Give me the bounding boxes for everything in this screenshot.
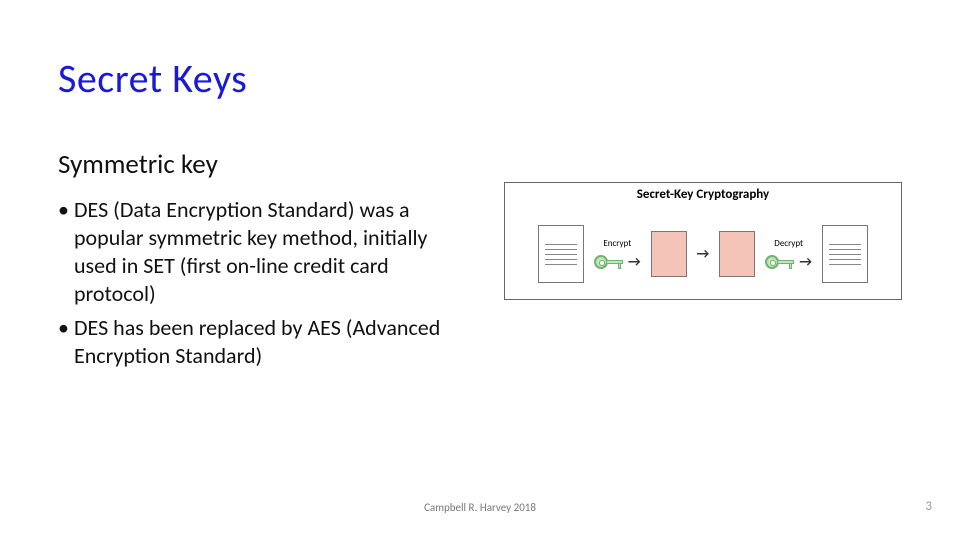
arrow-right-icon: → [799, 255, 812, 269]
encrypt-stage: Encrypt → [594, 238, 641, 271]
bullet-text: DES has been replaced by AES (Advanced E… [74, 314, 448, 370]
bullet-list: • DES (Data Encryption Standard) was a p… [58, 196, 448, 376]
bullet-item: • DES (Data Encryption Standard) was a p… [58, 196, 448, 308]
decrypt-label: Decrypt [774, 238, 803, 249]
slide-title: Secret Keys [58, 54, 247, 103]
encrypt-key-icon [594, 253, 624, 271]
diagram-panel: Secret-Key Cryptography Encrypt → → Decr… [504, 182, 902, 300]
slide-subtitle: Symmetric key [58, 148, 218, 181]
encrypt-label: Encrypt [603, 238, 631, 249]
plaintext-doc-icon [822, 225, 868, 283]
ciphertext-icon [719, 231, 755, 277]
arrow-right-icon: → [628, 255, 641, 269]
bullet-dot-icon: • [58, 196, 74, 308]
decrypt-stage: Decrypt → [765, 238, 812, 271]
diagram-content: Encrypt → → Decrypt → [505, 211, 901, 297]
decrypt-key-icon [765, 253, 795, 271]
plaintext-doc-icon [538, 225, 584, 283]
ciphertext-icon [651, 231, 687, 277]
arrow-right-icon: → [697, 247, 710, 261]
page-number: 3 [925, 499, 932, 514]
bullet-item: • DES has been replaced by AES (Advanced… [58, 314, 448, 370]
bullet-dot-icon: • [58, 314, 74, 370]
diagram-title: Secret-Key Cryptography [505, 187, 901, 202]
footer-text: Campbell R. Harvey 2018 [0, 501, 960, 514]
bullet-text: DES (Data Encryption Standard) was a pop… [74, 196, 448, 308]
slide: Secret Keys Symmetric key • DES (Data En… [0, 0, 960, 540]
